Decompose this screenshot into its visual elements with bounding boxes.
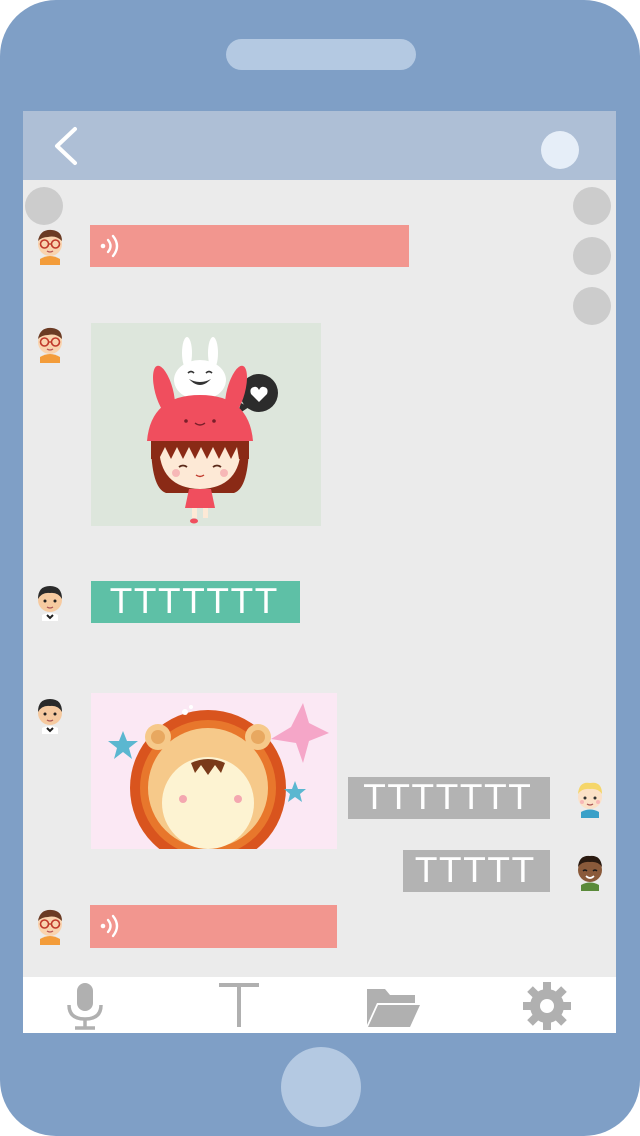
boy-glasses-avatar[interactable] <box>30 225 70 265</box>
voice-message-bubble[interactable] <box>90 225 409 267</box>
text-message-bubble[interactable]: TTTTTTT <box>348 777 550 819</box>
folder-icon[interactable] <box>365 981 421 1031</box>
blond-kid-avatar[interactable] <box>570 778 610 818</box>
message-text: TTTTT <box>415 851 538 891</box>
phone-frame: TTTTTTT TTTTTTT TTTTT <box>0 0 640 1136</box>
chat-screen: TTTTTTT TTTTTTT TTTTT <box>23 111 616 1033</box>
gear-icon[interactable] <box>519 981 575 1031</box>
placeholder-dot <box>573 237 611 275</box>
home-button[interactable] <box>281 1047 361 1127</box>
bottom-toolbar <box>23 977 616 1033</box>
image-message-bubble[interactable] <box>91 693 337 849</box>
boy-glasses-avatar[interactable] <box>30 323 70 363</box>
placeholder-dot <box>573 187 611 225</box>
boy-black-hair-avatar[interactable] <box>30 581 70 621</box>
image-message-bubble[interactable] <box>91 323 321 526</box>
chat-header <box>23 111 616 180</box>
girl-bunny-hat-sticker <box>147 337 278 524</box>
placeholder-dot <box>25 187 63 225</box>
boy-glasses-avatar[interactable] <box>30 905 70 945</box>
text-message-bubble[interactable]: TTTTT <box>403 850 550 892</box>
voice-message-bubble[interactable] <box>90 905 337 948</box>
audio-wave-icon <box>100 914 119 938</box>
message-text: TTTTTTT <box>364 778 534 818</box>
speaker-slot <box>226 39 416 70</box>
profile-dot-button[interactable] <box>541 131 579 169</box>
dark-skin-boy-avatar[interactable] <box>570 851 610 891</box>
lion-costume-sticker <box>108 703 329 849</box>
audio-wave-icon <box>100 234 119 258</box>
message-text: TTTTTTT <box>110 582 281 622</box>
text-message-bubble[interactable]: TTTTTTT <box>91 581 300 623</box>
boy-black-hair-avatar[interactable] <box>30 694 70 734</box>
microphone-icon[interactable] <box>57 981 113 1031</box>
text-icon[interactable] <box>211 981 267 1031</box>
placeholder-dot <box>573 287 611 325</box>
chevron-left-icon[interactable] <box>49 125 89 167</box>
